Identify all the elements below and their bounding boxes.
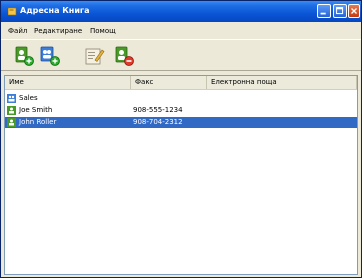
list-item[interactable]: John Roller 908-704-2312 <box>5 117 357 128</box>
add-contact-icon[interactable] <box>13 45 35 67</box>
menu-help[interactable]: Помощ <box>90 27 116 35</box>
toolbar <box>1 39 361 71</box>
add-group-icon[interactable] <box>39 45 61 67</box>
window-title: Адресна Книга <box>20 6 90 15</box>
close-icon <box>351 8 357 14</box>
column-fax-header[interactable]: Факс <box>131 76 207 89</box>
title-bar[interactable]: Адресна Книга <box>1 1 361 22</box>
close-button[interactable] <box>348 4 360 18</box>
column-email-header[interactable]: Електронна поща <box>207 76 357 89</box>
contact-icon <box>7 118 16 127</box>
minimize-button[interactable] <box>317 4 331 18</box>
contact-name: Sales <box>19 94 38 102</box>
contact-list[interactable]: Име Факс Електронна поща Sales Joe Smith… <box>4 75 358 275</box>
minimize-icon <box>320 12 326 15</box>
menu-bar: Файл Редактиране Помощ <box>1 22 361 39</box>
contact-name: John Roller <box>19 118 57 126</box>
contact-name: Joe Smith <box>19 106 53 114</box>
address-book-window: Адресна Книга Файл Редактиране Помощ Име… <box>0 0 362 278</box>
contact-fax: 908-555-1234 <box>133 106 183 114</box>
menu-file[interactable]: Файл <box>8 27 27 35</box>
maximize-icon <box>336 7 344 15</box>
contact-icon <box>7 106 16 115</box>
group-icon <box>7 94 16 103</box>
delete-icon[interactable] <box>113 45 135 67</box>
maximize-button[interactable] <box>333 4 347 18</box>
list-item[interactable]: Joe Smith 908-555-1234 <box>5 105 357 116</box>
list-header: Име Факс Електронна поща <box>5 76 357 90</box>
address-book-icon <box>8 7 17 16</box>
edit-icon[interactable] <box>83 45 105 67</box>
column-name-header[interactable]: Име <box>5 76 131 89</box>
menu-edit[interactable]: Редактиране <box>34 27 82 35</box>
contact-fax: 908-704-2312 <box>133 118 183 126</box>
list-item[interactable]: Sales <box>5 93 357 104</box>
